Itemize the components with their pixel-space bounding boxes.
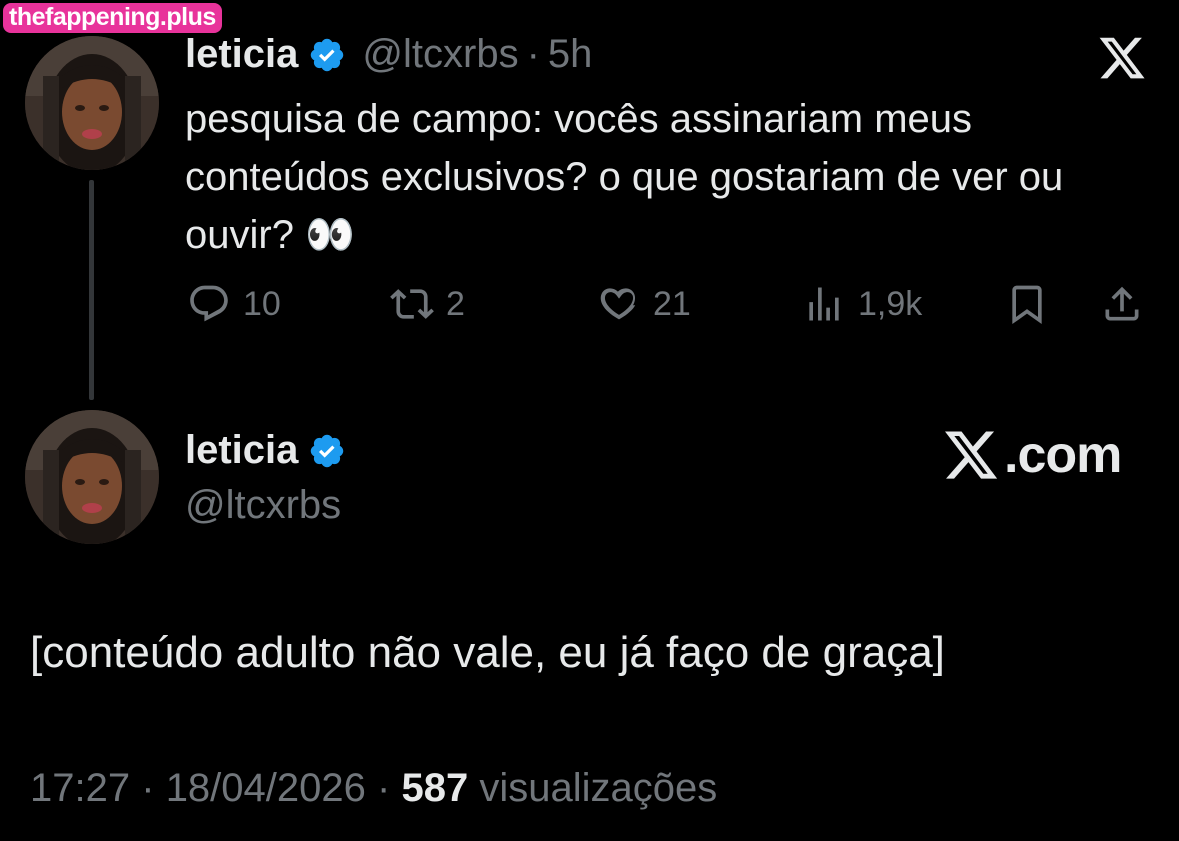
x-com-brand: .com bbox=[940, 425, 1122, 485]
views-button[interactable]: 1,9k bbox=[802, 282, 922, 326]
repost-count: 2 bbox=[446, 284, 465, 323]
verified-badge-icon bbox=[311, 434, 344, 467]
views-count: 1,9k bbox=[858, 284, 923, 323]
separator: · bbox=[526, 32, 540, 76]
separator: · bbox=[141, 766, 155, 810]
brand-domain: .com bbox=[1004, 426, 1122, 484]
share-icon bbox=[1105, 286, 1139, 321]
bookmark-button[interactable] bbox=[1005, 282, 1049, 326]
avatar[interactable] bbox=[25, 410, 159, 544]
tweet-text: pesquisa de campo: vocês assinariam meus… bbox=[185, 97, 1064, 257]
reply-count: 10 bbox=[243, 284, 281, 323]
views-count[interactable]: 587 bbox=[401, 766, 468, 810]
x-logo-icon[interactable] bbox=[1096, 33, 1148, 83]
tweet-date[interactable]: 18/04/2026 bbox=[166, 766, 366, 810]
x-logo-icon bbox=[945, 431, 998, 479]
display-name[interactable]: leticia bbox=[185, 32, 298, 77]
repost-icon bbox=[390, 289, 434, 319]
verified-badge-icon bbox=[311, 38, 344, 71]
tweet-meta: 17:27 · 18/04/2026 · 587 visualizações bbox=[30, 766, 717, 811]
tweet-time[interactable]: 17:27 bbox=[30, 766, 130, 810]
handle[interactable]: @ltcxrbs bbox=[185, 483, 341, 528]
repost-button[interactable]: 2 bbox=[390, 282, 465, 326]
reply-icon bbox=[190, 285, 228, 322]
watermark: thefappening.plus bbox=[3, 3, 222, 33]
separator: · bbox=[377, 766, 391, 810]
avatar-image bbox=[25, 36, 159, 170]
like-count: 21 bbox=[653, 284, 691, 323]
display-name[interactable]: leticia bbox=[185, 428, 298, 473]
views-icon bbox=[809, 287, 839, 321]
action-bar: 10 2 21 1,9k bbox=[0, 282, 1179, 336]
views-label: visualizações bbox=[479, 766, 718, 810]
share-button[interactable] bbox=[1100, 282, 1144, 326]
timestamp[interactable]: 5h bbox=[548, 32, 593, 77]
quoted-tweet-header: leticia @ltcxrbs · 5h bbox=[185, 32, 592, 77]
bookmark-icon bbox=[1012, 285, 1042, 325]
like-icon bbox=[600, 288, 636, 320]
avatar-image bbox=[25, 410, 159, 544]
handle[interactable]: @ltcxrbs bbox=[362, 32, 518, 77]
tweet-text: [conteúdo adulto não vale, eu já faço de… bbox=[30, 628, 945, 677]
reply-button[interactable]: 10 bbox=[187, 282, 281, 326]
like-button[interactable]: 21 bbox=[597, 282, 691, 326]
main-tweet-header: leticia bbox=[185, 428, 346, 473]
avatar[interactable] bbox=[25, 36, 159, 170]
